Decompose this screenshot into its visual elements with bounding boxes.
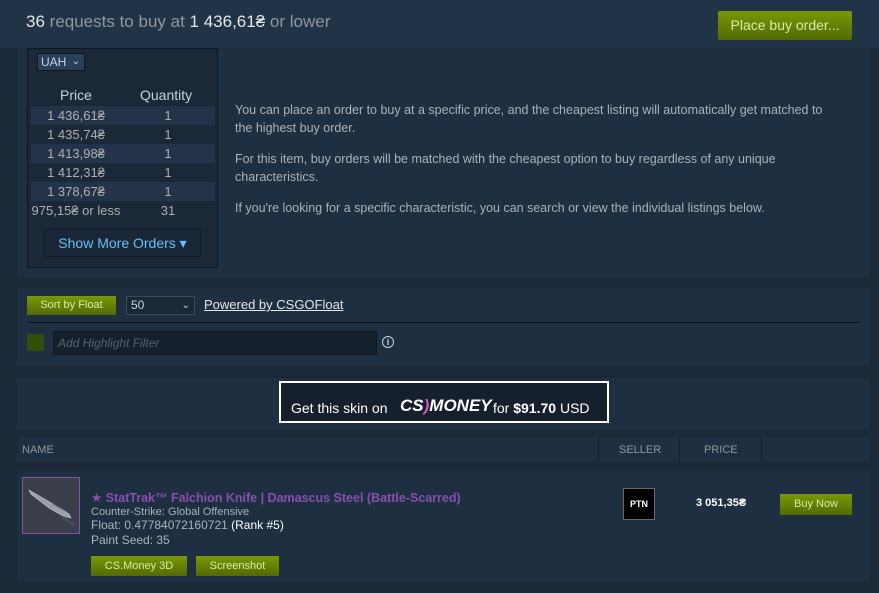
page-size-select[interactable]: 50 ⌄ bbox=[126, 296, 195, 315]
csmoney-promo-banner[interactable]: Get this skin on CS)MONEY for $91.70 USD bbox=[279, 381, 609, 423]
orderbook-row: 1 413,98₴ 1 bbox=[31, 144, 215, 163]
item-game: Counter-Strike: Global Offensive bbox=[91, 506, 250, 518]
quantity-column-header: Quantity bbox=[140, 87, 193, 103]
promo-for: for bbox=[493, 400, 510, 416]
item-float: Float: 0.47784072160721 (Rank #5) bbox=[91, 518, 284, 532]
order-price: 1 435,74₴ bbox=[47, 127, 105, 142]
order-quantity: 1 bbox=[164, 184, 172, 199]
order-price: 1 378,67₴ bbox=[47, 184, 105, 199]
promo-currency: USD bbox=[559, 400, 590, 416]
divider bbox=[27, 322, 861, 323]
currency-select[interactable]: UAH ⌄ bbox=[37, 53, 85, 71]
name-column-header: NAME bbox=[22, 444, 54, 456]
orderbook-row: 1 436,61₴ 1 bbox=[31, 106, 215, 125]
knife-icon bbox=[28, 489, 75, 526]
seller-column-header: SELLER bbox=[619, 444, 662, 456]
promo-price: $91.70 bbox=[513, 400, 557, 416]
logo-cs: CS bbox=[400, 396, 424, 415]
sort-by-float-button[interactable]: Sort by Float bbox=[27, 296, 116, 315]
request-text-before: requests to buy at bbox=[49, 12, 185, 31]
column-divider bbox=[679, 437, 680, 462]
item-name-link[interactable]: ★ StatTrak™ Falchion Knife | Damascus St… bbox=[91, 490, 461, 505]
caret-down-icon: ▾ bbox=[179, 235, 187, 251]
place-buy-order-button[interactable]: Place buy order... bbox=[718, 11, 852, 40]
buy-requests-title: 36 requests to buy at 1 436,61₴ or lower bbox=[26, 12, 330, 32]
float-rank: (Rank #5) bbox=[231, 518, 284, 532]
csmoney-logo: CS)MONEY bbox=[400, 396, 492, 416]
price-column-header: PRICE bbox=[704, 444, 738, 456]
order-price: 1 412,31₴ bbox=[47, 165, 105, 180]
csmoney-3d-button[interactable]: CS.Money 3D bbox=[91, 556, 187, 576]
order-price: 1 436,61₴ bbox=[47, 108, 105, 123]
logo-money: MONEY bbox=[429, 396, 492, 415]
order-quantity: 1 bbox=[164, 127, 172, 142]
listing-price: 3 051,35₴ bbox=[696, 497, 747, 509]
float-value: Float: 0.47784072160721 bbox=[91, 518, 228, 532]
seller-avatar[interactable]: PTN bbox=[623, 488, 655, 520]
show-more-orders-button[interactable]: Show More Orders ▾ bbox=[44, 229, 201, 257]
order-quantity: 1 bbox=[164, 146, 172, 161]
request-price: 1 436,61₴ bbox=[189, 12, 266, 31]
request-count: 36 bbox=[26, 12, 45, 31]
request-text-after: or lower bbox=[269, 12, 331, 31]
orderbook-row: 1 412,31₴ 1 bbox=[31, 163, 215, 182]
info-icon[interactable]: i bbox=[382, 336, 394, 348]
order-quantity: 31 bbox=[160, 203, 176, 218]
orderbook-row: 1 378,67₴ 1 bbox=[31, 182, 215, 201]
order-quantity: 1 bbox=[164, 108, 172, 123]
order-price: 1 413,98₴ bbox=[47, 146, 105, 161]
buy-now-button[interactable]: Buy Now bbox=[780, 494, 852, 515]
orderbook-row: 975,15₴ or less 31 bbox=[31, 201, 215, 220]
info-paragraph: If you're looking for a specific charact… bbox=[235, 201, 765, 215]
screenshot-button[interactable]: Screenshot bbox=[196, 556, 279, 576]
chevron-down-icon: ⌄ bbox=[181, 300, 190, 311]
page-size-value: 50 bbox=[131, 298, 145, 312]
order-quantity: 1 bbox=[164, 165, 172, 180]
highlight-filter-input[interactable]: Add Highlight Filter bbox=[53, 331, 377, 355]
price-column-header: Price bbox=[60, 87, 92, 103]
chevron-down-icon: ⌄ bbox=[71, 56, 80, 67]
powered-by-link[interactable]: Powered by CSGOFloat bbox=[204, 297, 343, 312]
promo-price-text: for $91.70 USD bbox=[493, 400, 590, 416]
info-paragraph: For this item, buy orders will be matche… bbox=[235, 152, 776, 184]
item-image[interactable] bbox=[22, 477, 80, 534]
column-divider bbox=[598, 437, 599, 462]
orderbook-row: 1 435,74₴ 1 bbox=[31, 125, 215, 144]
promo-text: Get this skin on bbox=[291, 400, 388, 416]
show-more-label: Show More Orders bbox=[58, 235, 176, 251]
column-divider bbox=[761, 437, 762, 462]
currency-value: UAH bbox=[41, 55, 67, 69]
info-paragraph: You can place an order to buy at a speci… bbox=[235, 103, 823, 135]
listings-header: NAME SELLER PRICE bbox=[17, 437, 870, 462]
order-price: 975,15₴ or less bbox=[31, 203, 121, 218]
highlight-color-picker[interactable] bbox=[27, 334, 44, 351]
paint-seed: Paint Seed: 35 bbox=[91, 533, 170, 547]
